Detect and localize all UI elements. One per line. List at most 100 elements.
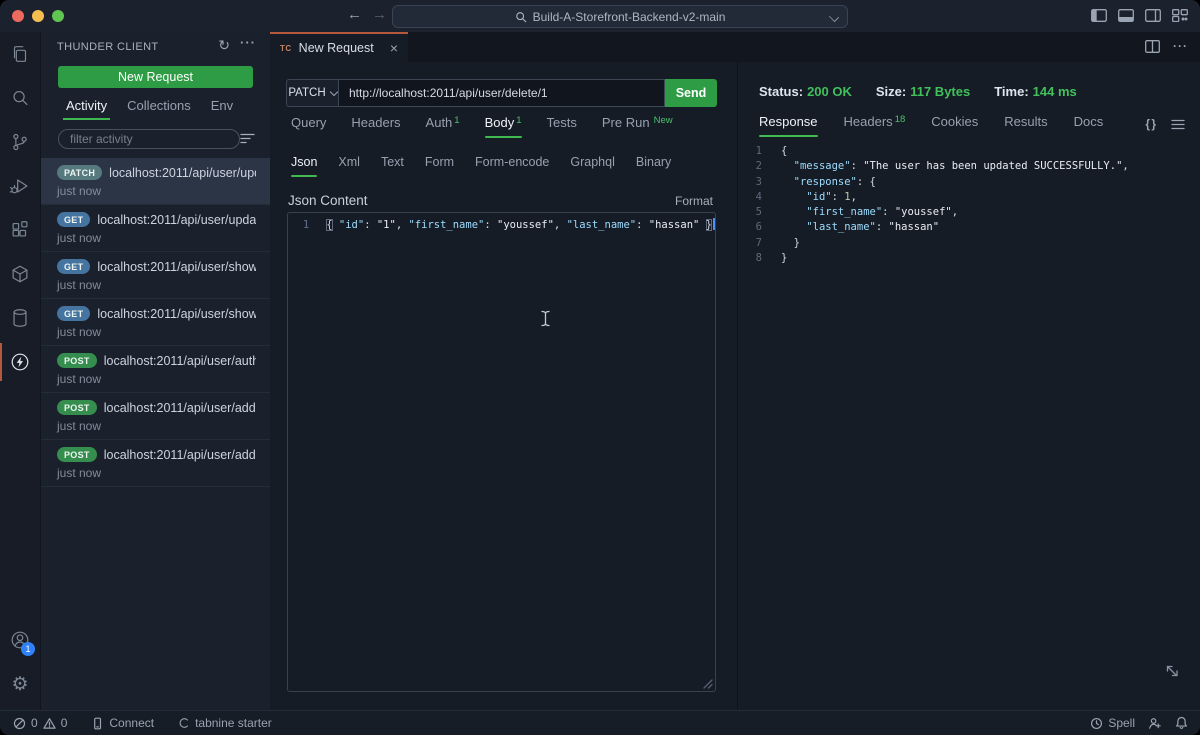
send-button[interactable]: Send	[665, 79, 717, 107]
activity-item[interactable]: POSTlocalhost:2011/api/user/addjust now	[41, 393, 270, 440]
request-url: localhost:2011/api/user/update/1	[97, 213, 256, 227]
sidebar-item-search[interactable]	[0, 76, 40, 120]
vscode-window: ← → Build-A-Storefront-Backend-v2-main	[0, 0, 1200, 735]
tabnine-icon	[178, 717, 190, 729]
package-icon	[9, 263, 31, 285]
feedback-icon[interactable]	[1148, 717, 1162, 730]
sidebar-item-run-debug[interactable]	[0, 164, 40, 208]
zoom-window-button[interactable]	[52, 10, 64, 22]
request-url: localhost:2011/api/user/show-al...	[97, 307, 256, 321]
customize-layout-icon[interactable]	[1172, 9, 1188, 22]
request-time: just now	[57, 231, 256, 245]
request-time: just now	[57, 278, 256, 292]
tab-graphql[interactable]: Graphql	[570, 155, 614, 177]
tab-count-badge: 1	[516, 115, 521, 126]
tab-cookies[interactable]: Cookies	[931, 114, 978, 137]
tab-collections[interactable]: Collections	[127, 98, 191, 120]
history-icon	[1090, 717, 1103, 730]
tab-docs[interactable]: Docs	[1074, 114, 1104, 137]
json-content-label: Json Content	[288, 193, 368, 208]
tab-auth[interactable]: Auth1	[426, 115, 460, 138]
thunder-client-icon	[9, 351, 31, 373]
tab-binary[interactable]: Binary	[636, 155, 671, 177]
bell-icon[interactable]	[1175, 716, 1188, 730]
tab-env[interactable]: Env	[211, 98, 233, 120]
problems-indicator[interactable]: 0 0	[13, 716, 67, 730]
tab-headers[interactable]: Headers18	[844, 114, 906, 137]
forward-icon[interactable]: →	[372, 6, 387, 23]
new-request-button[interactable]: New Request	[58, 66, 253, 88]
activity-item[interactable]: POSTlocalhost:2011/api/user/authjust now	[41, 346, 270, 393]
gear-icon: ⚙	[11, 675, 28, 694]
spell-checker-item[interactable]: Spell	[1090, 716, 1135, 730]
search-icon	[9, 87, 31, 109]
back-icon[interactable]: ←	[347, 6, 362, 23]
sidebar-item-extensions[interactable]	[0, 208, 40, 252]
sidebar-item-package[interactable]	[0, 252, 40, 296]
tab-text[interactable]: Text	[381, 155, 404, 177]
close-window-button[interactable]	[12, 10, 24, 22]
device-icon	[91, 717, 104, 730]
sidebar-item-accounts[interactable]: 1	[0, 618, 40, 662]
menu-icon[interactable]	[1171, 119, 1185, 130]
sort-filter-icon[interactable]	[240, 132, 255, 145]
more-actions-icon[interactable]: ···	[240, 35, 256, 50]
refresh-icon[interactable]: ↻	[218, 37, 230, 54]
activity-item[interactable]: POSTlocalhost:2011/api/user/addjust now	[41, 440, 270, 487]
tab-query[interactable]: Query	[291, 115, 326, 138]
tab-headers[interactable]: Headers	[351, 115, 400, 138]
resize-grip-icon[interactable]	[702, 678, 713, 689]
sidebar-item-settings[interactable]: ⚙	[0, 662, 40, 706]
activity-item[interactable]: GETlocalhost:2011/api/user/show-u...just…	[41, 252, 270, 299]
tab-new-request[interactable]: TC New Request ×	[270, 32, 408, 62]
tab-response[interactable]: Response	[759, 114, 818, 137]
tab-json[interactable]: Json	[291, 155, 317, 177]
tab-body[interactable]: Body1	[485, 115, 522, 138]
command-center[interactable]: Build-A-Storefront-Backend-v2-main	[392, 5, 848, 28]
request-url: localhost:2011/api/user/auth	[104, 354, 256, 368]
tab-xml[interactable]: Xml	[338, 155, 360, 177]
connect-item[interactable]: Connect	[91, 716, 154, 730]
sidebar-item-explorer[interactable]	[0, 32, 40, 76]
method-select[interactable]: PATCH	[286, 79, 338, 107]
activity-item[interactable]: GETlocalhost:2011/api/user/show-al...jus…	[41, 299, 270, 346]
request-tabs: Query Headers Auth1 Body1 Tests Pre RunNew	[291, 115, 673, 138]
sidebar-item-source-control[interactable]	[0, 120, 40, 164]
sidebar-item-thunder-client[interactable]	[0, 340, 40, 384]
response-panel: Status:200 OK Size:117 Bytes Time:144 ms…	[737, 62, 1200, 710]
request-time: just now	[57, 372, 256, 386]
tab-form[interactable]: Form	[425, 155, 454, 177]
request-url: localhost:2011/api/user/show-u...	[97, 260, 256, 274]
split-editor-icon[interactable]	[1145, 40, 1160, 53]
connect-label: Connect	[109, 716, 154, 730]
format-braces-icon[interactable]: { }	[1145, 117, 1155, 131]
expand-response-icon[interactable]	[1161, 660, 1183, 682]
activity-item[interactable]: PATCHlocalhost:2011/api/user/updat...jus…	[41, 158, 270, 205]
time-label: Time:	[994, 84, 1028, 99]
search-icon	[515, 11, 527, 23]
status-label: Status:	[759, 84, 803, 99]
tabnine-item[interactable]: tabnine starter	[178, 716, 272, 730]
body-code-line: { "id": "1", "first_name": "youssef", "l…	[326, 218, 715, 233]
tab-results[interactable]: Results	[1004, 114, 1047, 137]
json-body-editor[interactable]: 1 { "id": "1", "first_name": "youssef", …	[287, 212, 716, 692]
filter-activity-input[interactable]	[58, 129, 240, 149]
editor-more-actions-icon[interactable]: ···	[1173, 40, 1188, 53]
traffic-lights	[12, 10, 64, 22]
tab-activity[interactable]: Activity	[66, 98, 107, 120]
toggle-sidebar-icon[interactable]	[1091, 9, 1107, 22]
toggle-panel-icon[interactable]	[1118, 9, 1134, 22]
sidebar-item-database[interactable]	[0, 296, 40, 340]
editor-caret	[713, 218, 715, 230]
activity-item[interactable]: GETlocalhost:2011/api/user/update/1just …	[41, 205, 270, 252]
format-button[interactable]: Format	[675, 194, 713, 208]
minimize-window-button[interactable]	[32, 10, 44, 22]
url-input[interactable]	[338, 79, 665, 107]
tab-pre-run[interactable]: Pre RunNew	[602, 115, 673, 138]
sidebar-tabs: Activity Collections Env	[66, 98, 233, 120]
response-tabs: Response Headers18 Cookies Results Docs	[759, 114, 1103, 137]
tab-tests[interactable]: Tests	[547, 115, 577, 138]
toggle-secondary-sidebar-icon[interactable]	[1145, 9, 1161, 22]
tab-form-encode[interactable]: Form-encode	[475, 155, 549, 177]
close-tab-icon[interactable]: ×	[390, 40, 398, 56]
